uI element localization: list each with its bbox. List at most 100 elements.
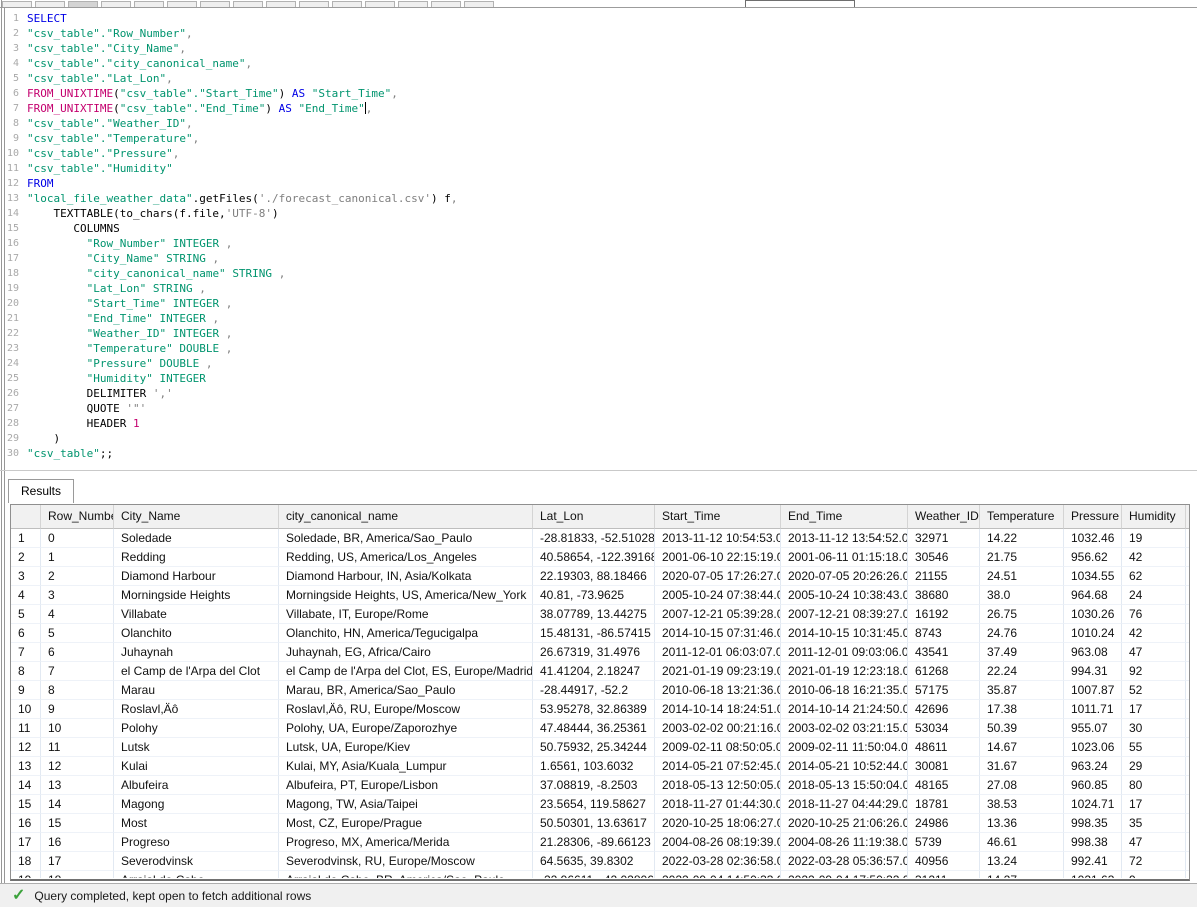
toolbar-button[interactable] — [365, 1, 395, 8]
table-cell[interactable]: 26.67319, 31.4976 — [533, 643, 655, 662]
table-cell[interactable]: 1032.46 — [1064, 529, 1122, 548]
table-cell[interactable]: 2020-07-05 20:26:26.0 — [781, 567, 908, 586]
row-index-cell[interactable]: 19 — [11, 871, 41, 878]
table-cell[interactable]: 37.08819, -8.2503 — [533, 776, 655, 795]
table-cell[interactable]: Villabate — [114, 605, 279, 624]
table-cell[interactable]: Morningside Heights, US, America/New_Yor… — [279, 586, 533, 605]
table-cell[interactable]: 8743 — [908, 624, 980, 643]
table-cell[interactable]: Arraial do Cabo, BR, America/Sao_Paulo — [279, 871, 533, 878]
toolbar-button[interactable] — [2, 1, 32, 8]
table-cell[interactable]: 30546 — [908, 548, 980, 567]
toolbar-button[interactable] — [431, 1, 461, 8]
table-cell[interactable]: 26.75 — [980, 605, 1064, 624]
table-cell[interactable]: 2022-03-28 02:36:58.0 — [655, 852, 781, 871]
toolbar-button[interactable] — [233, 1, 263, 8]
table-cell[interactable]: 53034 — [908, 719, 980, 738]
sql-editor[interactable]: 1SELECT2"csv_table"."Row_Number",3"csv_t… — [5, 8, 1197, 470]
table-cell[interactable]: 12 — [41, 757, 114, 776]
table-cell[interactable]: 40.81, -73.9625 — [533, 586, 655, 605]
table-cell[interactable]: 14.22 — [980, 529, 1064, 548]
table-cell[interactable]: Severodvinsk — [114, 852, 279, 871]
table-cell[interactable]: 76 — [1122, 605, 1186, 624]
table-cell[interactable]: 2013-11-12 10:54:53.0 — [655, 529, 781, 548]
table-cell[interactable]: 1034.55 — [1064, 567, 1122, 586]
row-index-cell[interactable]: 13 — [11, 757, 41, 776]
table-cell[interactable]: 22.24 — [980, 662, 1064, 681]
table-cell[interactable]: 2014-10-14 18:24:51.0 — [655, 700, 781, 719]
table-cell[interactable]: 13.36 — [980, 814, 1064, 833]
table-cell[interactable]: Lutsk, UA, Europe/Kiev — [279, 738, 533, 757]
table-cell[interactable]: 3 — [41, 586, 114, 605]
table-cell[interactable]: 2005-10-24 07:38:44.0 — [655, 586, 781, 605]
table-cell[interactable]: 2010-06-18 16:21:35.0 — [781, 681, 908, 700]
table-cell[interactable]: 55 — [1122, 738, 1186, 757]
toolbar-button[interactable] — [266, 1, 296, 8]
code-line[interactable]: 12FROM — [5, 176, 1197, 191]
row-index-cell[interactable]: 5 — [11, 605, 41, 624]
table-cell[interactable]: 1010.24 — [1064, 624, 1122, 643]
table-cell[interactable]: Severodvinsk, RU, Europe/Moscow — [279, 852, 533, 871]
table-cell[interactable]: 46.61 — [980, 833, 1064, 852]
table-cell[interactable]: 998.35 — [1064, 814, 1122, 833]
table-cell[interactable]: Most, CZ, Europe/Prague — [279, 814, 533, 833]
table-cell[interactable]: el Camp de l'Arpa del Clot — [114, 662, 279, 681]
table-cell[interactable]: 0 — [41, 529, 114, 548]
table-cell[interactable]: 38.07789, 13.44275 — [533, 605, 655, 624]
table-cell[interactable]: 14.27 — [980, 871, 1064, 878]
code-line[interactable]: 25 "Humidity" INTEGER — [5, 371, 1197, 386]
toolbar-button[interactable] — [68, 1, 98, 8]
table-cell[interactable]: Roslavl,Äô, RU, Europe/Moscow — [279, 700, 533, 719]
table-cell[interactable]: 2009-02-11 11:50:04.0 — [781, 738, 908, 757]
table-cell[interactable]: 38680 — [908, 586, 980, 605]
table-cell[interactable]: 52 — [1122, 681, 1186, 700]
column-header-city_canonical_name[interactable]: city_canonical_name — [279, 505, 533, 529]
column-header-Lat_Lon[interactable]: Lat_Lon — [533, 505, 655, 529]
table-cell[interactable]: Olanchito, HN, America/Tegucigalpa — [279, 624, 533, 643]
table-cell[interactable]: 24.76 — [980, 624, 1064, 643]
table-cell[interactable]: 48165 — [908, 776, 980, 795]
table-cell[interactable]: 61268 — [908, 662, 980, 681]
table-cell[interactable]: 13 — [41, 776, 114, 795]
table-cell[interactable]: 960.85 — [1064, 776, 1122, 795]
table-cell[interactable]: 5 — [41, 624, 114, 643]
table-cell[interactable]: 2021-01-19 12:23:18.0 — [781, 662, 908, 681]
toolbar-button[interactable] — [332, 1, 362, 8]
table-cell[interactable]: 22.19303, 88.18466 — [533, 567, 655, 586]
toolbar-button[interactable] — [398, 1, 428, 8]
table-cell[interactable]: 2021-01-19 09:23:19.0 — [655, 662, 781, 681]
toolbar-combo[interactable] — [745, 0, 855, 8]
table-cell[interactable]: 1 — [41, 548, 114, 567]
table-cell[interactable]: 2013-11-12 13:54:52.0 — [781, 529, 908, 548]
table-cell[interactable]: 963.24 — [1064, 757, 1122, 776]
column-header-End_Time[interactable]: End_Time — [781, 505, 908, 529]
table-cell[interactable]: Redding, US, America/Los_Angeles — [279, 548, 533, 567]
table-cell[interactable]: 1.6561, 103.6032 — [533, 757, 655, 776]
table-cell[interactable]: 32971 — [908, 529, 980, 548]
table-cell[interactable]: Albufeira — [114, 776, 279, 795]
table-cell[interactable]: 17 — [1122, 700, 1186, 719]
column-header-row-index[interactable] — [11, 505, 41, 529]
table-cell[interactable]: 30081 — [908, 757, 980, 776]
table-cell[interactable]: 2007-12-21 08:39:27.0 — [781, 605, 908, 624]
code-line[interactable]: 19 "Lat_Lon" STRING , — [5, 281, 1197, 296]
table-cell[interactable]: 11 — [41, 738, 114, 757]
table-cell[interactable]: Roslavl,Äô — [114, 700, 279, 719]
table-cell[interactable]: -22.96611, -42.02806 — [533, 871, 655, 878]
code-line[interactable]: 30"csv_table";; — [5, 446, 1197, 461]
table-cell[interactable]: 9 — [1122, 871, 1186, 878]
code-line[interactable]: 29 ) — [5, 431, 1197, 446]
table-cell[interactable]: Kulai, MY, Asia/Kuala_Lumpur — [279, 757, 533, 776]
table-cell[interactable]: Juhaynah, EG, Africa/Cairo — [279, 643, 533, 662]
table-cell[interactable]: Lutsk — [114, 738, 279, 757]
table-cell[interactable]: 50.50301, 13.63617 — [533, 814, 655, 833]
row-index-cell[interactable]: 2 — [11, 548, 41, 567]
table-cell[interactable]: 2020-10-25 18:06:27.0 — [655, 814, 781, 833]
results-grid[interactable]: Row_NumberCity_Namecity_canonical_nameLa… — [10, 504, 1190, 881]
table-cell[interactable]: 2004-08-26 11:19:38.0 — [781, 833, 908, 852]
table-cell[interactable]: Magong, TW, Asia/Taipei — [279, 795, 533, 814]
table-cell[interactable]: -28.44917, -52.2 — [533, 681, 655, 700]
row-index-cell[interactable]: 12 — [11, 738, 41, 757]
table-cell[interactable]: 1021.63 — [1064, 871, 1122, 878]
code-line[interactable]: 26 DELIMITER ',' — [5, 386, 1197, 401]
table-cell[interactable]: el Camp de l'Arpa del Clot, ES, Europe/M… — [279, 662, 533, 681]
